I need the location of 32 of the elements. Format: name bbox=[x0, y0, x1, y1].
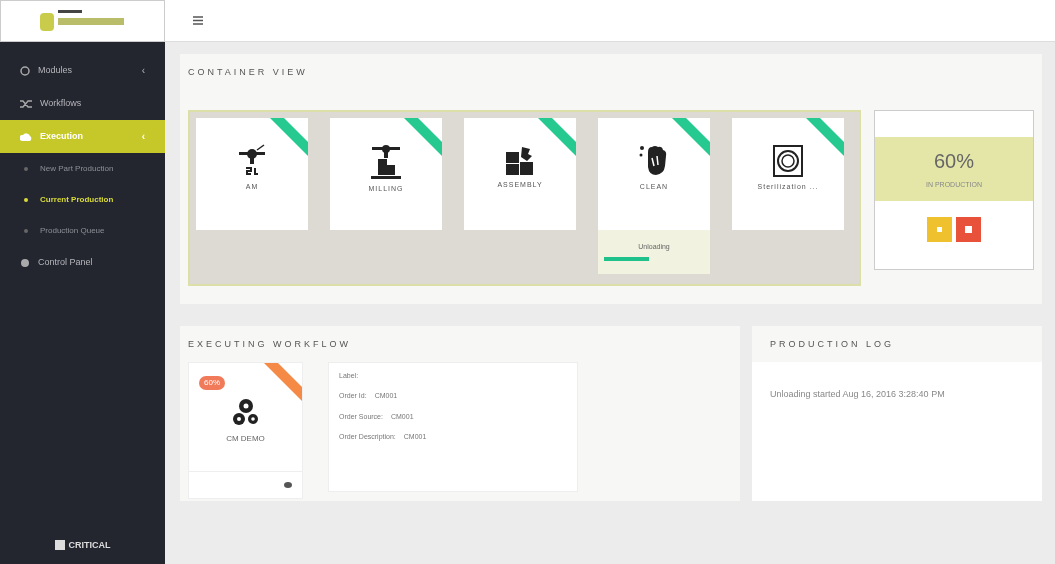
caret-icon: ‹ bbox=[141, 129, 145, 144]
circle-icon bbox=[20, 65, 30, 76]
shuffle-icon bbox=[20, 98, 32, 109]
logo-mark-icon bbox=[54, 540, 65, 551]
workflow-card[interactable]: 60% CM DEMO bbox=[188, 361, 303, 499]
square-icon bbox=[937, 226, 942, 232]
nav-item[interactable]: Modules ‹ bbox=[0, 54, 165, 87]
footer-logo-text: CRITICAL bbox=[68, 538, 111, 552]
menu-icon[interactable] bbox=[193, 16, 203, 25]
nav-subitem[interactable]: New Part Production bbox=[0, 153, 165, 184]
stop-button[interactable] bbox=[956, 216, 981, 242]
percent-badge: 60% bbox=[199, 375, 225, 390]
caret-icon: ‹ bbox=[141, 63, 145, 78]
milling-machine-icon bbox=[368, 143, 404, 180]
panel-title: EXECUTING WORKFLOW bbox=[188, 338, 352, 351]
gears-icon bbox=[231, 396, 260, 427]
panel-title: CONTAINER VIEW bbox=[188, 66, 309, 79]
nav-item[interactable]: Workflows bbox=[0, 87, 165, 120]
nav-subitem[interactable]: Production Queue bbox=[0, 215, 165, 246]
nav-subitem[interactable]: Current Production bbox=[0, 184, 165, 215]
printer-icon bbox=[237, 143, 267, 178]
log-entry: Unloading started Aug 16, 2016 3:28:40 PM bbox=[770, 387, 946, 401]
stop-icon bbox=[965, 225, 972, 233]
panel-title: PRODUCTION LOG bbox=[769, 338, 895, 351]
bullet-icon bbox=[24, 228, 28, 233]
washer-icon bbox=[772, 143, 804, 178]
dot-icon bbox=[20, 257, 30, 268]
cloud-icon bbox=[20, 131, 32, 142]
nav-item[interactable]: Control Panel bbox=[0, 246, 165, 279]
bullet-icon bbox=[24, 166, 28, 171]
eye-icon[interactable] bbox=[284, 481, 292, 488]
bullet-icon bbox=[24, 197, 28, 202]
